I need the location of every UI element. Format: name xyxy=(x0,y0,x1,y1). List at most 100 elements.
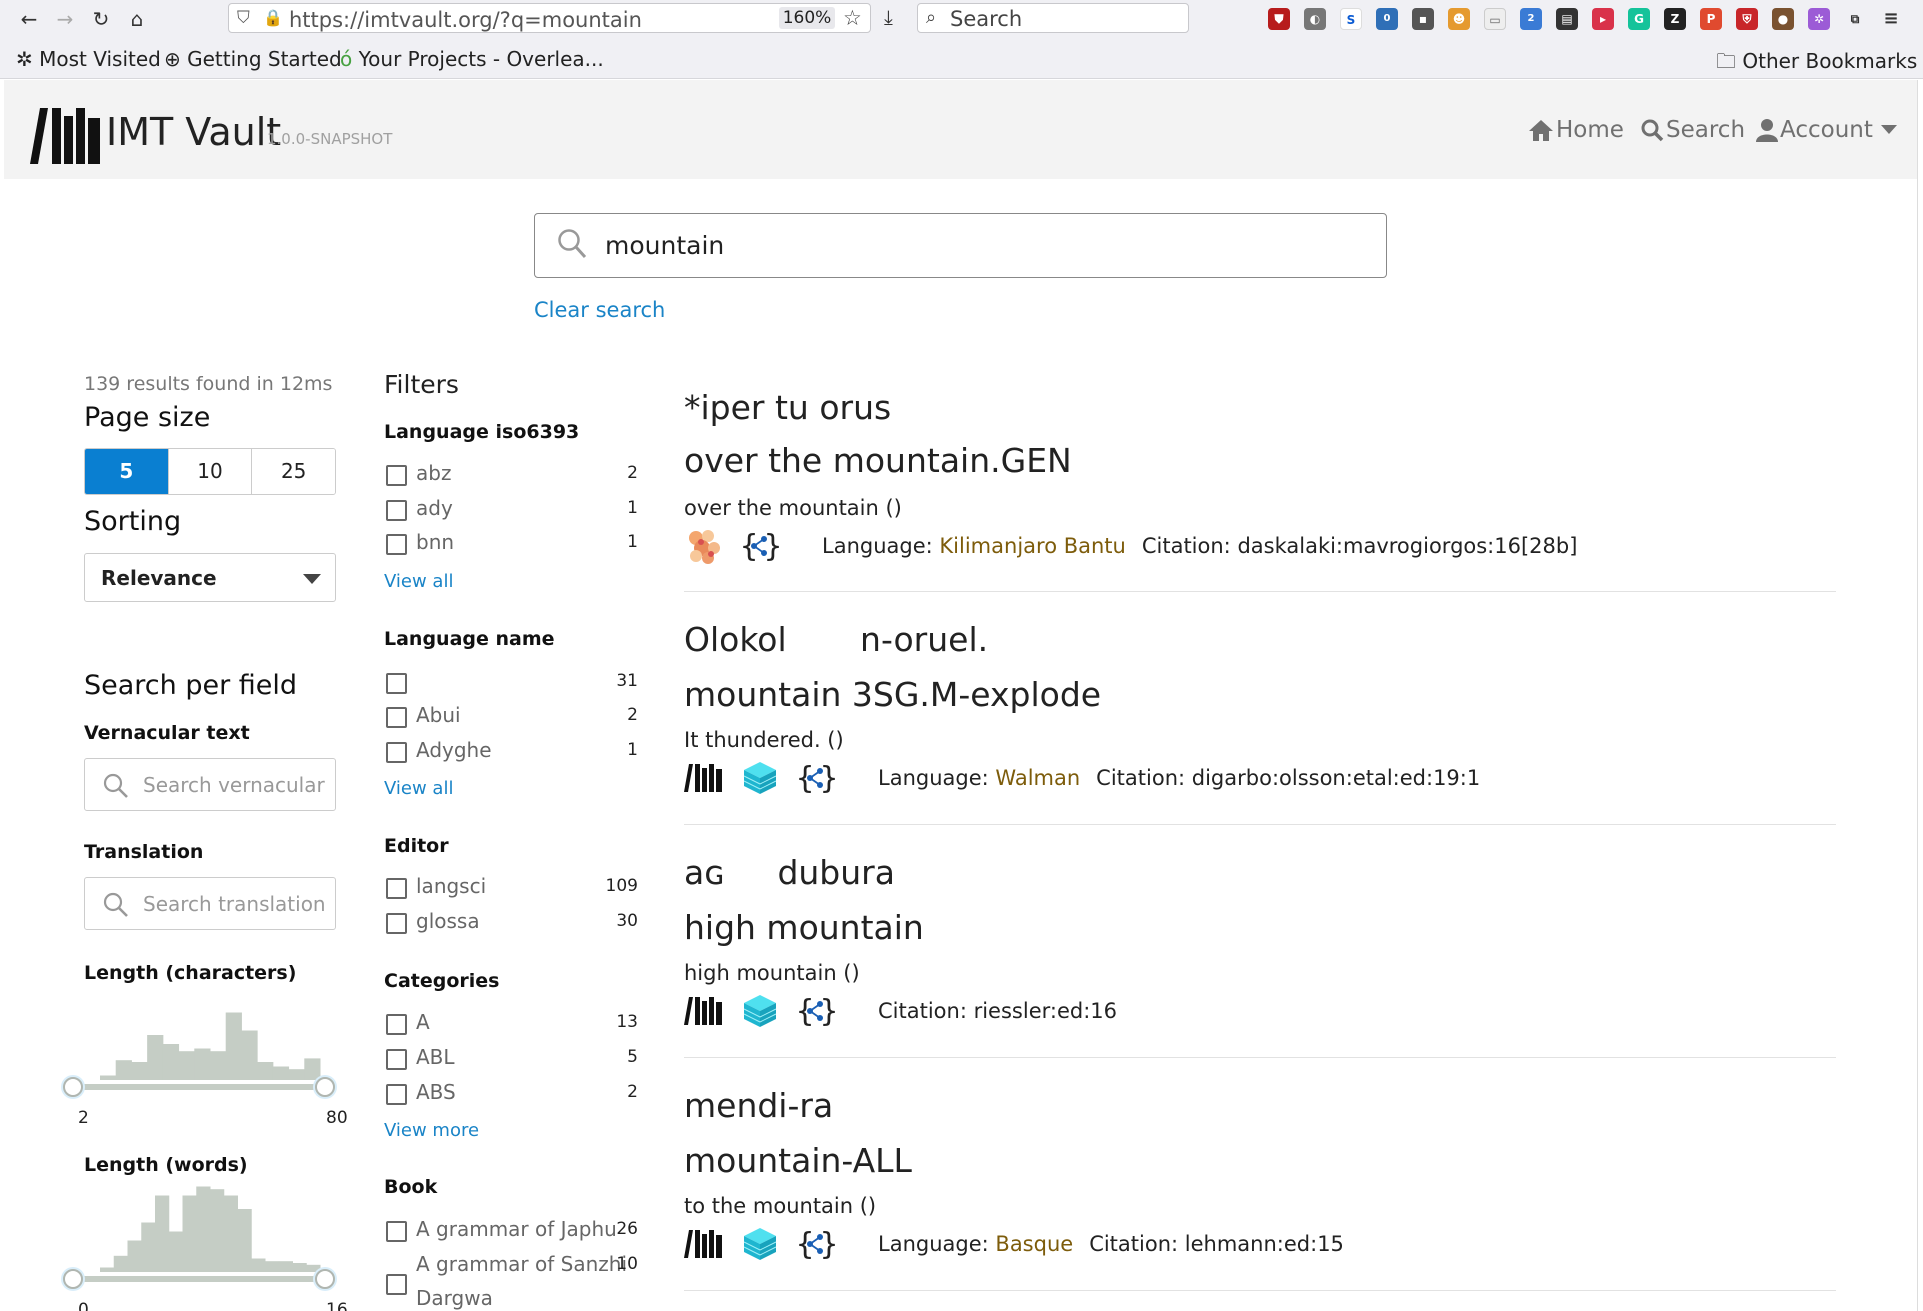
checkbox[interactable] xyxy=(386,742,407,763)
filter-item[interactable]: bnn 1 xyxy=(384,530,638,558)
checkbox[interactable] xyxy=(386,1084,407,1105)
filter-item[interactable]: 31 xyxy=(384,669,638,697)
reader-icon[interactable]: ▤ xyxy=(1556,8,1578,30)
clear-search-link[interactable]: Clear search xyxy=(534,298,665,322)
main-search-box[interactable] xyxy=(534,213,1387,278)
checkbox[interactable] xyxy=(386,465,407,486)
brand-title[interactable]: IMT Vault xyxy=(106,110,281,154)
filter-item[interactable]: glossa 30 xyxy=(384,909,638,937)
shield-extension-icon[interactable]: ⛨ xyxy=(1736,8,1758,30)
translation-search-field[interactable]: Search translation xyxy=(84,877,336,930)
filter-item[interactable]: abz 2 xyxy=(384,461,638,489)
filter-item[interactable]: ABS 2 xyxy=(384,1080,638,1108)
bookmark-getting-started[interactable]: ⊕ Getting Started xyxy=(164,47,342,71)
tracking-shield-icon[interactable]: ⛉ xyxy=(237,8,250,28)
bookmark-most-visited[interactable]: ✲ Most Visited xyxy=(16,47,161,71)
browser-search-bar[interactable]: ⌕ Search xyxy=(917,3,1189,33)
view-all-language-link[interactable]: View all xyxy=(384,778,453,799)
length-chars-min-handle[interactable] xyxy=(63,1077,83,1097)
bookmark-star-icon[interactable]: ☆ xyxy=(843,6,862,30)
length-words-max-handle[interactable] xyxy=(315,1269,335,1289)
download-icon[interactable]: ⤓ xyxy=(884,5,893,29)
checkbox[interactable] xyxy=(386,1221,407,1242)
grammarly-icon[interactable]: G xyxy=(1628,8,1650,30)
address-bar[interactable]: ⛉ 🔒 https://imtvault.org/?q=mountain 160… xyxy=(228,3,871,33)
main-search-input[interactable] xyxy=(605,226,1365,264)
nav-account-dropdown[interactable]: Account xyxy=(1756,117,1897,143)
filter-item[interactable]: Adyghe 1 xyxy=(384,738,638,766)
checkbox[interactable] xyxy=(386,534,407,555)
json-ld-icon[interactable]: {} xyxy=(796,1224,836,1264)
checkbox[interactable] xyxy=(386,913,407,934)
checkbox[interactable] xyxy=(386,1049,407,1070)
forward-icon[interactable]: → xyxy=(52,6,78,32)
privacy-extension-icon[interactable]: ◐ xyxy=(1304,8,1326,30)
language-link[interactable]: Kilimanjaro Bantu xyxy=(939,534,1125,558)
cldf-icon[interactable] xyxy=(740,1224,780,1264)
filter-item[interactable]: Abui 2 xyxy=(384,703,638,731)
pocket-icon[interactable]: ▸ xyxy=(1592,8,1614,30)
menu-icon[interactable]: ≡ xyxy=(1880,8,1902,30)
checkbox[interactable] xyxy=(386,673,407,694)
ublock-icon[interactable]: ⛊ xyxy=(1268,8,1290,30)
document-icon[interactable]: ▭ xyxy=(1484,8,1506,30)
bookmark-projects[interactable]: ó Your Projects - Overlea... xyxy=(340,47,604,71)
view-more-categories-link[interactable]: View more xyxy=(384,1120,479,1141)
home-icon[interactable]: ⌂ xyxy=(124,6,150,32)
imtvault-icon[interactable] xyxy=(684,758,724,798)
nav-search-link[interactable]: Search xyxy=(1640,117,1745,143)
monkey-icon[interactable]: ☻ xyxy=(1448,8,1470,30)
filter-item[interactable]: ady 1 xyxy=(384,496,638,524)
zoom-level[interactable]: 160% xyxy=(779,7,835,29)
reload-icon[interactable]: ↻ xyxy=(88,6,114,32)
zotero-icon[interactable]: Z xyxy=(1664,8,1686,30)
bookmark-other[interactable]: 🗀 Other Bookmarks xyxy=(1716,47,1917,81)
extensions-puzzle-icon[interactable]: ⧉ xyxy=(1844,8,1866,30)
gear-extension-icon[interactable]: ✲ xyxy=(1808,8,1830,30)
vernacular-search-field[interactable]: Search vernacular text xyxy=(84,758,336,811)
imtvault-icon[interactable] xyxy=(684,991,724,1031)
imtvault-logo-icon[interactable] xyxy=(30,108,106,164)
pdf-icon[interactable]: P xyxy=(1700,8,1722,30)
filter-item[interactable]: A 13 xyxy=(384,1010,638,1038)
mail-extension-icon[interactable]: 0 xyxy=(1376,8,1398,30)
lock-icon[interactable]: 🔒 xyxy=(263,8,283,27)
page-size-5-button[interactable]: 5 xyxy=(85,449,169,494)
notification-extension-icon[interactable]: 2 xyxy=(1520,8,1542,30)
filter-item[interactable]: A grammar of Japhug 26 xyxy=(384,1217,638,1245)
length-words-min-handle[interactable] xyxy=(63,1269,83,1289)
filter-item[interactable]: langsci 109 xyxy=(384,874,638,902)
translation-placeholder[interactable]: Search translation xyxy=(143,892,328,916)
checkbox[interactable] xyxy=(386,707,407,728)
language-link[interactable]: Basque xyxy=(995,1232,1073,1256)
checkbox[interactable] xyxy=(386,1014,407,1035)
checkbox[interactable] xyxy=(386,1274,407,1295)
multi-account-icon[interactable]: ▪ xyxy=(1412,8,1434,30)
length-chars-max-handle[interactable] xyxy=(315,1077,335,1097)
nav-home-link[interactable]: Home xyxy=(1528,117,1624,143)
filter-item[interactable]: ABL 5 xyxy=(384,1045,638,1073)
filter-item[interactable]: A grammar of Sanzhi Dargwa 10 xyxy=(384,1252,638,1310)
cldf-icon[interactable] xyxy=(740,991,780,1031)
url-text[interactable]: https://imtvault.org/?q=mountain xyxy=(289,8,642,32)
language-link[interactable]: Walman xyxy=(995,766,1080,790)
view-all-iso-link[interactable]: View all xyxy=(384,571,453,592)
back-icon[interactable]: ← xyxy=(16,6,42,32)
json-ld-icon[interactable]: {} xyxy=(796,758,836,798)
json-ld-icon[interactable]: {} xyxy=(796,991,836,1031)
length-chars-slider-track[interactable] xyxy=(72,1084,328,1090)
imtvault-icon[interactable] xyxy=(684,1224,724,1264)
vernacular-placeholder[interactable]: Search vernacular text xyxy=(143,773,328,797)
cldf-icon[interactable] xyxy=(740,758,780,798)
page-size-10-button[interactable]: 10 xyxy=(168,449,253,494)
page-size-25-button[interactable]: 25 xyxy=(252,449,335,494)
sorting-select[interactable]: Relevance xyxy=(84,553,336,602)
length-words-slider-track[interactable] xyxy=(72,1276,328,1282)
browser-search-placeholder[interactable]: Search xyxy=(950,7,1022,31)
s-extension-icon[interactable]: S xyxy=(1340,8,1362,30)
checkbox[interactable] xyxy=(386,878,407,899)
glottolog-icon[interactable] xyxy=(684,526,724,566)
json-ld-icon[interactable]: {} xyxy=(740,526,780,566)
checkbox[interactable] xyxy=(386,500,407,521)
cookie-icon[interactable]: ● xyxy=(1772,8,1794,30)
